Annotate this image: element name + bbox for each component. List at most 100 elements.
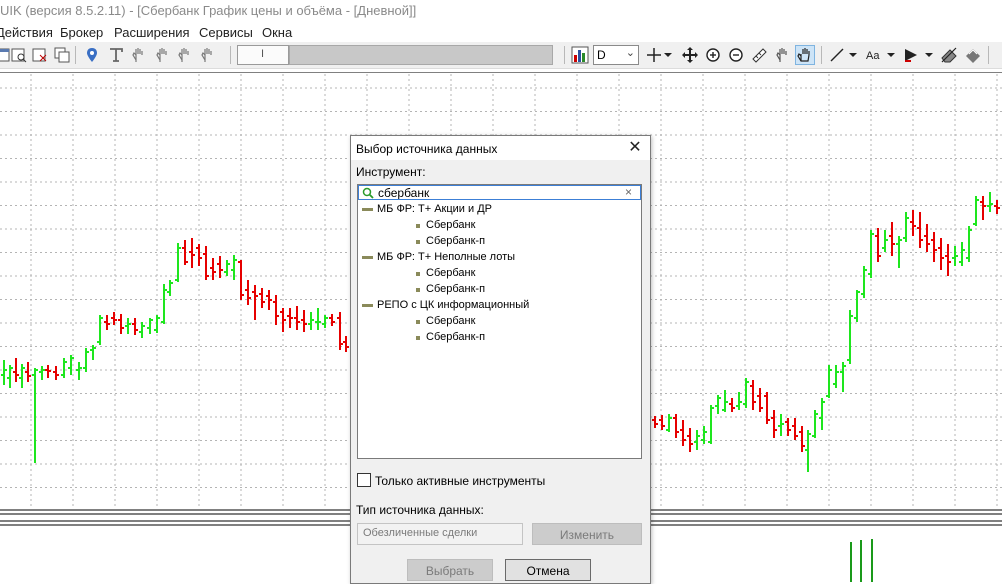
ohlc-bar (245, 280, 251, 305)
eraser-icon[interactable] (940, 46, 958, 64)
ohlc-bar (322, 315, 328, 328)
ohlc-bar (139, 322, 145, 338)
toolbar-separator (564, 46, 565, 64)
ohlc-bar (61, 358, 67, 378)
ohlc-bar (238, 260, 244, 300)
hand-icon[interactable] (774, 46, 792, 64)
hand-icon[interactable] (130, 46, 148, 64)
ohlc-bar (771, 410, 777, 438)
toolbar-separator (230, 46, 231, 64)
grab-icon[interactable] (795, 45, 815, 65)
bar-chart-icon[interactable] (571, 46, 589, 64)
ohlc-bar (980, 196, 986, 220)
chevron-down-icon[interactable] (663, 46, 673, 64)
ohlc-bar (910, 210, 916, 236)
ohlc-bar (294, 306, 300, 330)
toolbar-field[interactable]: I (237, 45, 289, 65)
ohlc-bar (952, 246, 958, 266)
zoom-window-icon[interactable] (10, 46, 28, 64)
svg-text:Aa: Aa (866, 50, 880, 62)
ohlc-bar (273, 295, 279, 325)
chevron-down-icon[interactable] (924, 46, 934, 64)
instrument-tree[interactable]: × МБ ФР: Т+ Акции и ДР Сбербанк Сбербанк… (357, 184, 642, 459)
ohlc-bar (903, 212, 909, 242)
search-input[interactable] (378, 186, 618, 199)
chevron-down-icon[interactable] (848, 46, 858, 64)
ohlc-bar (83, 348, 89, 372)
window-title: UIK (версия 8.5.2.11) - [Сбербанк График… (0, 3, 417, 18)
source-type-value: Обезличенные сделки (363, 527, 478, 539)
ohlc-bar (750, 380, 756, 410)
ohlc-bar (76, 362, 82, 380)
tree-item-label: Сбербанк (426, 267, 476, 279)
cancel-button[interactable]: Отмена (505, 559, 591, 581)
ohlc-bar (994, 200, 1000, 214)
toolbar-separator (821, 46, 822, 64)
ohlc-bar (819, 398, 825, 430)
copy-window-icon[interactable] (53, 46, 71, 64)
ohlc-bar (701, 426, 707, 444)
ohlc-bar (337, 312, 343, 350)
close-window-icon[interactable] (31, 46, 49, 64)
group-marker-icon (362, 208, 373, 211)
ohlc-bar (938, 238, 944, 270)
zoom-in-icon[interactable] (704, 46, 722, 64)
ohlc-bar (673, 414, 679, 438)
item-marker-icon (416, 288, 420, 292)
ohlc-bar (973, 196, 979, 226)
ohlc-bar (792, 418, 798, 440)
move-icon[interactable] (681, 46, 699, 64)
ohlc-bar (301, 310, 307, 332)
menu-broker[interactable]: Брокер (60, 25, 103, 40)
ruler-icon[interactable] (750, 46, 768, 64)
crosshair-icon[interactable] (645, 46, 663, 64)
item-marker-icon (416, 272, 420, 276)
ohlc-bar (785, 418, 791, 436)
ohlc-bar (868, 230, 874, 278)
ohlc-bar (736, 392, 742, 410)
ohlc-bar (889, 222, 895, 256)
ohlc-bar (280, 308, 286, 332)
dialog-titlebar[interactable]: Выбор источника данных ✕ (351, 136, 650, 160)
pin-icon[interactable] (83, 46, 101, 64)
zoom-out-icon[interactable] (727, 46, 745, 64)
search-box[interactable]: × (358, 185, 641, 200)
menu-actions[interactable]: Действия (0, 25, 53, 40)
select-button[interactable]: Выбрать (407, 559, 493, 581)
ohlc-bar (154, 315, 160, 333)
ohlc-bar (329, 314, 335, 326)
hand-icon[interactable] (154, 46, 172, 64)
tree-item-label: Сбербанк (426, 219, 476, 231)
arrow-marker-icon[interactable] (902, 46, 920, 64)
window-titlebar[interactable]: UIK (версия 8.5.2.11) - [Сбербанк График… (0, 0, 1002, 22)
ohlc-bar (875, 228, 881, 262)
menu-extensions[interactable]: Расширения (114, 25, 190, 40)
menu-services[interactable]: Сервисы (199, 25, 253, 40)
line-icon[interactable] (828, 46, 846, 64)
ohlc-bar (308, 312, 314, 330)
hand-icon[interactable] (176, 46, 194, 64)
layers-icon[interactable] (964, 46, 982, 64)
chevron-down-icon[interactable] (886, 46, 896, 64)
only-active-checkbox[interactable] (357, 473, 371, 487)
item-marker-icon (416, 320, 420, 324)
ohlc-bar (147, 318, 153, 334)
ohlc-bar (722, 390, 728, 412)
period-select[interactable]: D ⌄ (593, 45, 639, 65)
menu-windows[interactable]: Окна (262, 25, 292, 40)
text-icon[interactable] (107, 46, 125, 64)
ohlc-bar (840, 362, 846, 392)
change-button[interactable]: Изменить (532, 523, 642, 545)
hand-icon[interactable] (199, 46, 217, 64)
close-icon[interactable]: ✕ (626, 139, 644, 157)
item-marker-icon (416, 240, 420, 244)
data-source-dialog: Выбор источника данных ✕ Инструмент: × М… (350, 135, 651, 584)
tree-group-label: МБ ФР: Т+ Акции и ДР (377, 203, 492, 215)
tree-group-label: МБ ФР: Т+ Неполные лоты (377, 251, 516, 263)
font-icon[interactable]: Aa (865, 46, 883, 64)
only-active-label[interactable]: Только активные инструменты (375, 474, 545, 488)
ohlc-bar (224, 260, 230, 276)
ohlc-bar (924, 224, 930, 252)
ohlc-bar (687, 428, 693, 452)
clear-icon[interactable]: × (625, 185, 632, 199)
